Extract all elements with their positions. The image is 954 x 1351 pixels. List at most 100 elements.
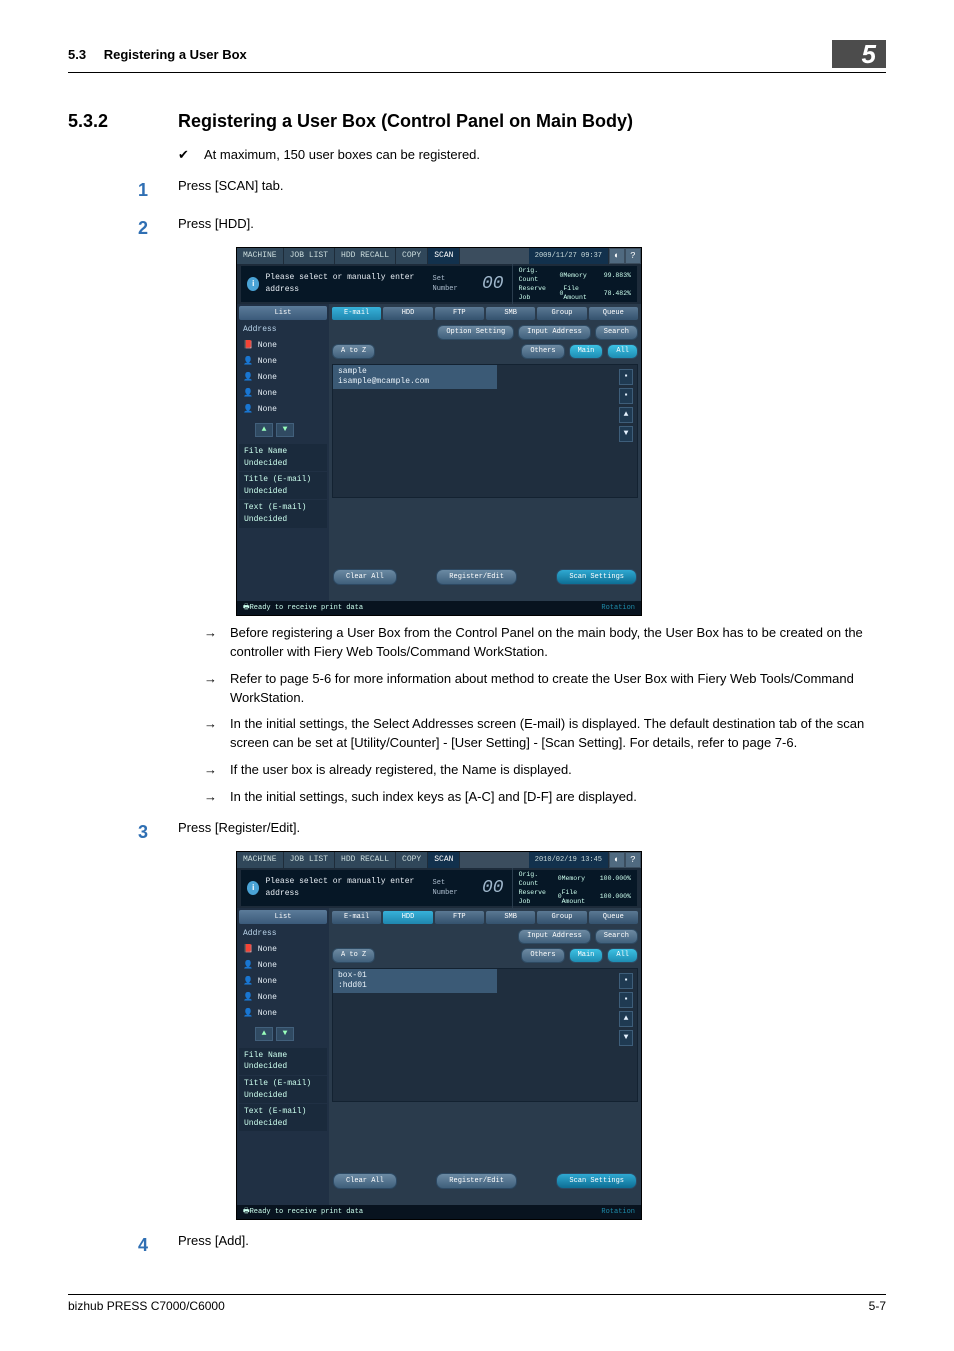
search-button[interactable]: Search bbox=[595, 929, 638, 944]
tab-hddrecall[interactable]: HDD RECALL bbox=[335, 852, 396, 868]
step-2-number: 2 bbox=[138, 215, 178, 241]
desttab-queue[interactable]: Queue bbox=[589, 911, 638, 924]
clear-all-button[interactable]: Clear All bbox=[333, 569, 397, 585]
tab-joblist[interactable]: JOB LIST bbox=[284, 248, 335, 264]
side-address-label: Address bbox=[243, 929, 277, 938]
help-icon[interactable]: ? bbox=[626, 853, 640, 867]
side-text-label: Text (E-mail) bbox=[244, 503, 306, 512]
step-3-number: 3 bbox=[138, 819, 178, 845]
address-entry[interactable]: sample isample@mcample.com bbox=[333, 365, 497, 389]
scroll-down-icon[interactable]: ▼ bbox=[619, 426, 633, 442]
view-grid-1-icon[interactable]: ▪ bbox=[619, 369, 633, 385]
desttab-group[interactable]: Group bbox=[537, 911, 586, 924]
clear-all-button[interactable]: Clear All bbox=[333, 1173, 397, 1189]
header-section-number: 5.3 bbox=[68, 47, 86, 62]
scroll-down-icon[interactable]: ▼ bbox=[619, 1030, 633, 1046]
tab-scan[interactable]: SCAN bbox=[428, 852, 460, 868]
desttab-ftp[interactable]: FTP bbox=[435, 911, 484, 924]
all-button[interactable]: All bbox=[607, 948, 638, 963]
info-message: Please select or manually enter address bbox=[265, 876, 432, 899]
register-edit-button[interactable]: Register/Edit bbox=[436, 1173, 517, 1189]
main-button[interactable]: Main bbox=[569, 344, 604, 359]
view-grid-2-icon[interactable]: ▪ bbox=[619, 388, 633, 404]
atoz-button[interactable]: A to Z bbox=[332, 948, 375, 963]
screenshot-scan-email: MACHINE JOB LIST HDD RECALL COPY SCAN 20… bbox=[236, 247, 642, 616]
side-down-icon[interactable]: ▼ bbox=[276, 423, 294, 437]
entry-name: sample bbox=[338, 367, 367, 376]
setnumber-value: 00 bbox=[474, 271, 512, 297]
desttab-email[interactable]: E-mail bbox=[332, 307, 381, 320]
desttab-email[interactable]: E-mail bbox=[332, 911, 381, 924]
status-stats: Orig. Count0Memory100.000% Reserve Job0F… bbox=[512, 868, 637, 908]
tab-hddrecall[interactable]: HDD RECALL bbox=[335, 248, 396, 264]
scroll-up-icon[interactable]: ▲ bbox=[619, 1011, 633, 1027]
status-text: Ready to receive print data bbox=[250, 603, 363, 613]
view-grid-1-icon[interactable]: ▪ bbox=[619, 973, 633, 989]
tab-joblist[interactable]: JOB LIST bbox=[284, 852, 335, 868]
entry-sub: :hdd01 bbox=[338, 981, 367, 990]
tab-machine[interactable]: MACHINE bbox=[237, 852, 284, 868]
desttab-hdd[interactable]: HDD bbox=[383, 911, 432, 924]
desttab-smb[interactable]: SMB bbox=[486, 307, 535, 320]
tab-copy[interactable]: COPY bbox=[396, 852, 428, 868]
note-refer-5-6: Refer to page 5-6 for more information a… bbox=[230, 670, 886, 708]
section-number: 5.3.2 bbox=[68, 111, 178, 132]
side-list-header[interactable]: List bbox=[239, 910, 327, 924]
register-edit-button[interactable]: Register/Edit bbox=[436, 569, 517, 585]
note-name-displayed: If the user box is already registered, t… bbox=[230, 761, 572, 780]
checkmark-icon: ✔ bbox=[178, 146, 204, 165]
entry-sub: isample@mcample.com bbox=[338, 377, 429, 386]
desttab-hdd[interactable]: HDD bbox=[383, 307, 432, 320]
setnumber-label: Set Number bbox=[433, 274, 470, 294]
others-button[interactable]: Others bbox=[521, 948, 564, 963]
datetime-label: 2010/02/19 13:45 bbox=[529, 852, 609, 868]
scan-settings-button[interactable]: Scan Settings bbox=[556, 1173, 637, 1189]
arrow-icon: → bbox=[204, 761, 230, 780]
search-button[interactable]: Search bbox=[595, 325, 638, 340]
side-up-icon[interactable]: ▲ bbox=[255, 423, 273, 437]
atoz-button[interactable]: A to Z bbox=[332, 344, 375, 359]
side-address-label: Address bbox=[243, 325, 277, 334]
entry-name: box-01 bbox=[338, 971, 367, 980]
desttab-smb[interactable]: SMB bbox=[486, 911, 535, 924]
setnumber-value: 00 bbox=[474, 875, 512, 901]
screenshot-scan-hdd: MACHINE JOB LIST HDD RECALL COPY SCAN 20… bbox=[236, 851, 642, 1220]
rotation-label: Rotation bbox=[601, 603, 635, 613]
step-4-number: 4 bbox=[138, 1232, 178, 1258]
side-title-label: Title (E-mail) bbox=[244, 475, 311, 484]
network-icon: ◐ bbox=[610, 249, 624, 263]
help-icon[interactable]: ? bbox=[626, 249, 640, 263]
status-text: Ready to receive print data bbox=[250, 1207, 363, 1217]
scroll-up-icon[interactable]: ▲ bbox=[619, 407, 633, 423]
info-icon: i bbox=[247, 277, 259, 291]
address-entry[interactable]: box-01 :hdd01 bbox=[333, 969, 497, 993]
desttab-group[interactable]: Group bbox=[537, 307, 586, 320]
all-button[interactable]: All bbox=[607, 344, 638, 359]
tab-scan[interactable]: SCAN bbox=[428, 248, 460, 264]
input-address-button[interactable]: Input Address bbox=[518, 325, 591, 340]
desttab-ftp[interactable]: FTP bbox=[435, 307, 484, 320]
tab-machine[interactable]: MACHINE bbox=[237, 248, 284, 264]
note-create-first: Before registering a User Box from the C… bbox=[230, 624, 886, 662]
printer-icon: 🖶 bbox=[243, 603, 250, 613]
side-up-icon[interactable]: ▲ bbox=[255, 1027, 273, 1041]
others-button[interactable]: Others bbox=[521, 344, 564, 359]
info-message: Please select or manually enter address bbox=[265, 272, 432, 295]
tab-copy[interactable]: COPY bbox=[396, 248, 428, 264]
desttab-queue[interactable]: Queue bbox=[589, 307, 638, 320]
scan-settings-button[interactable]: Scan Settings bbox=[556, 569, 637, 585]
step-3-text: Press [Register/Edit]. bbox=[178, 819, 300, 845]
side-down-icon[interactable]: ▼ bbox=[276, 1027, 294, 1041]
side-filename-label: File Name bbox=[244, 447, 287, 456]
side-list-header[interactable]: List bbox=[239, 306, 327, 320]
section-title: Registering a User Box (Control Panel on… bbox=[178, 111, 633, 132]
view-grid-2-icon[interactable]: ▪ bbox=[619, 992, 633, 1008]
running-head: 5.3 Registering a User Box bbox=[68, 47, 247, 62]
rotation-label: Rotation bbox=[601, 1207, 635, 1217]
network-icon: ◐ bbox=[610, 853, 624, 867]
chapter-badge: 5 bbox=[832, 40, 886, 68]
option-setting-button[interactable]: Option Setting bbox=[437, 325, 514, 340]
main-button[interactable]: Main bbox=[569, 948, 604, 963]
input-address-button[interactable]: Input Address bbox=[518, 929, 591, 944]
step-2-text: Press [HDD]. bbox=[178, 215, 254, 241]
